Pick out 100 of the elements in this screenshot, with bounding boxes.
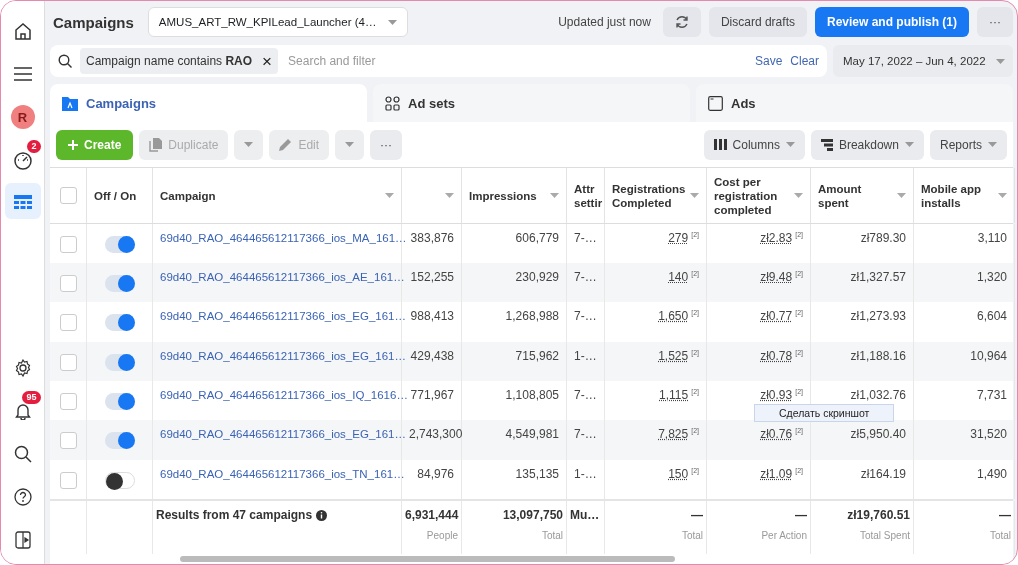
checkbox[interactable]	[59, 187, 77, 204]
sort-icon	[794, 193, 803, 198]
table-cell: zł2.83	[760, 230, 793, 245]
window-icon	[708, 95, 723, 111]
home-icon[interactable]	[12, 21, 33, 41]
info-icon[interactable]	[316, 509, 328, 521]
toggle-switch[interactable]	[104, 471, 135, 489]
pencil-icon	[279, 138, 293, 152]
campaign-link[interactable]: 69d40_RAO_464465612117366_ios_IQ_1616…	[160, 389, 408, 401]
reports-button[interactable]: Reports	[929, 129, 1007, 160]
search-icon[interactable]	[13, 445, 32, 463]
checkbox[interactable]	[59, 235, 77, 253]
avatar[interactable]: R	[10, 105, 35, 129]
checkbox[interactable]	[59, 353, 77, 371]
results-summary: Results from 47 campaigns	[156, 508, 313, 523]
checkbox[interactable]	[59, 471, 77, 489]
notification-badge: 2	[27, 140, 41, 153]
total-value: 6,931,444	[405, 508, 458, 523]
table-cell: 279	[668, 230, 689, 245]
table-cell: 7,825	[658, 427, 689, 442]
table-cell: 152,255	[402, 262, 462, 303]
table-cell: zł789.30	[811, 223, 914, 263]
total-value: —	[794, 508, 807, 523]
scrollbar[interactable]	[180, 556, 675, 563]
table-cell: 1,115	[659, 388, 689, 402]
date-range-picker[interactable]: May 17, 2022 – Jun 4, 2022	[833, 45, 1013, 77]
column-header[interactable]: Off / On	[87, 168, 153, 223]
checkbox[interactable]	[59, 393, 77, 410]
tab[interactable]: Ad sets	[373, 84, 690, 122]
caret-icon	[345, 142, 355, 148]
table-cell: 383,876	[402, 223, 462, 263]
table-cell: 4,549,981	[462, 420, 567, 460]
help-icon[interactable]	[13, 488, 32, 506]
sort-icon	[690, 193, 699, 198]
toggle-switch[interactable]	[104, 353, 135, 371]
review-publish-button[interactable]: Review and publish (1)	[814, 7, 969, 37]
column-header[interactable]: Mobile app installs	[914, 168, 1015, 223]
toggle-switch[interactable]	[104, 393, 135, 410]
table-cell: 1-…	[567, 341, 605, 381]
table-cell: 7-…	[567, 302, 605, 342]
discard-drafts-button[interactable]: Discard drafts	[708, 7, 807, 37]
menu-icon[interactable]	[13, 67, 32, 81]
refresh-button[interactable]	[662, 7, 701, 37]
table-cell: 988,413	[402, 302, 462, 342]
column-header[interactable]: Campaign	[153, 168, 402, 223]
account-dropdown[interactable]: AMUS_ART_RW_KPILead_Launcher (4…	[147, 7, 409, 37]
panel-icon[interactable]	[14, 531, 31, 549]
toggle-switch[interactable]	[104, 432, 135, 450]
settings-icon[interactable]	[13, 359, 32, 377]
total-label: Total	[680, 530, 703, 542]
checkbox[interactable]	[59, 274, 77, 292]
more-button[interactable]: ···	[977, 7, 1013, 37]
column-header[interactable]: Impressions	[462, 168, 567, 223]
checkbox[interactable]	[59, 314, 77, 332]
caret-icon	[388, 19, 398, 25]
filter-chip[interactable]: Campaign name contains RAO ×	[80, 48, 279, 74]
bell-icon[interactable]	[13, 402, 32, 420]
table-cell: zł1,188.16	[811, 341, 914, 381]
sort-icon	[897, 193, 906, 198]
table-cell: zł1,327.57	[811, 262, 914, 303]
column-header[interactable]: Amount spent	[811, 168, 914, 223]
total-label: Total	[988, 530, 1011, 542]
more-button[interactable]: ···	[370, 129, 403, 160]
toggle-switch[interactable]	[104, 314, 135, 332]
search-field[interactable]: Campaign name contains RAO × Search and filter Save Clear	[50, 45, 827, 77]
gauge-icon[interactable]	[12, 150, 33, 170]
total-value: zł19,760.51	[846, 508, 910, 523]
caret-icon	[785, 142, 795, 148]
sidebar-item[interactable]: 2	[4, 140, 41, 176]
filter-label: Campaign name contains RAO	[86, 54, 253, 68]
tab[interactable]: Ads	[696, 84, 1013, 122]
table-cell: 1,268,988	[462, 302, 567, 342]
table-cell: zł0.76	[760, 427, 793, 442]
table-cell: 135,135	[462, 459, 567, 500]
toggle-switch[interactable]	[104, 235, 135, 253]
columns-button[interactable]: Columns	[703, 129, 805, 160]
table-icon[interactable]	[13, 195, 32, 211]
column-header[interactable]: Cost per registration completed	[707, 168, 811, 223]
tab[interactable]: Campaigns	[50, 84, 367, 122]
sidebar-item[interactable]: R	[4, 97, 41, 133]
dropdown-button[interactable]	[335, 129, 365, 160]
sidebar-item[interactable]: 95	[4, 391, 41, 427]
column-header[interactable]: Attr settir	[567, 168, 605, 223]
campaign-link[interactable]: 69d40_RAO_464465612117366_ios_AE_161…	[160, 270, 405, 283]
close-button[interactable]: ×	[262, 52, 273, 70]
breakdown-button[interactable]: Breakdown	[810, 129, 924, 160]
column-header[interactable]: Registrations Completed	[605, 168, 707, 223]
table-cell: 150	[668, 466, 689, 481]
table-cell: zł0.77	[760, 309, 793, 324]
table-cell: zł164.19	[811, 459, 914, 500]
table-cell: 1,525	[658, 348, 689, 363]
save-link[interactable]: Save	[754, 54, 783, 68]
context-menu-item[interactable]: Сделать скриншот	[754, 404, 895, 422]
dropdown-button[interactable]	[234, 129, 264, 160]
notification-badge: 95	[22, 391, 41, 404]
toggle-switch[interactable]	[104, 274, 135, 292]
copy-icon	[149, 137, 163, 152]
campaign-link[interactable]: 69d40_RAO_464465612117366_ios_TN_161…	[160, 467, 405, 480]
clear-link[interactable]: Clear	[790, 54, 819, 68]
checkbox[interactable]	[59, 432, 77, 450]
